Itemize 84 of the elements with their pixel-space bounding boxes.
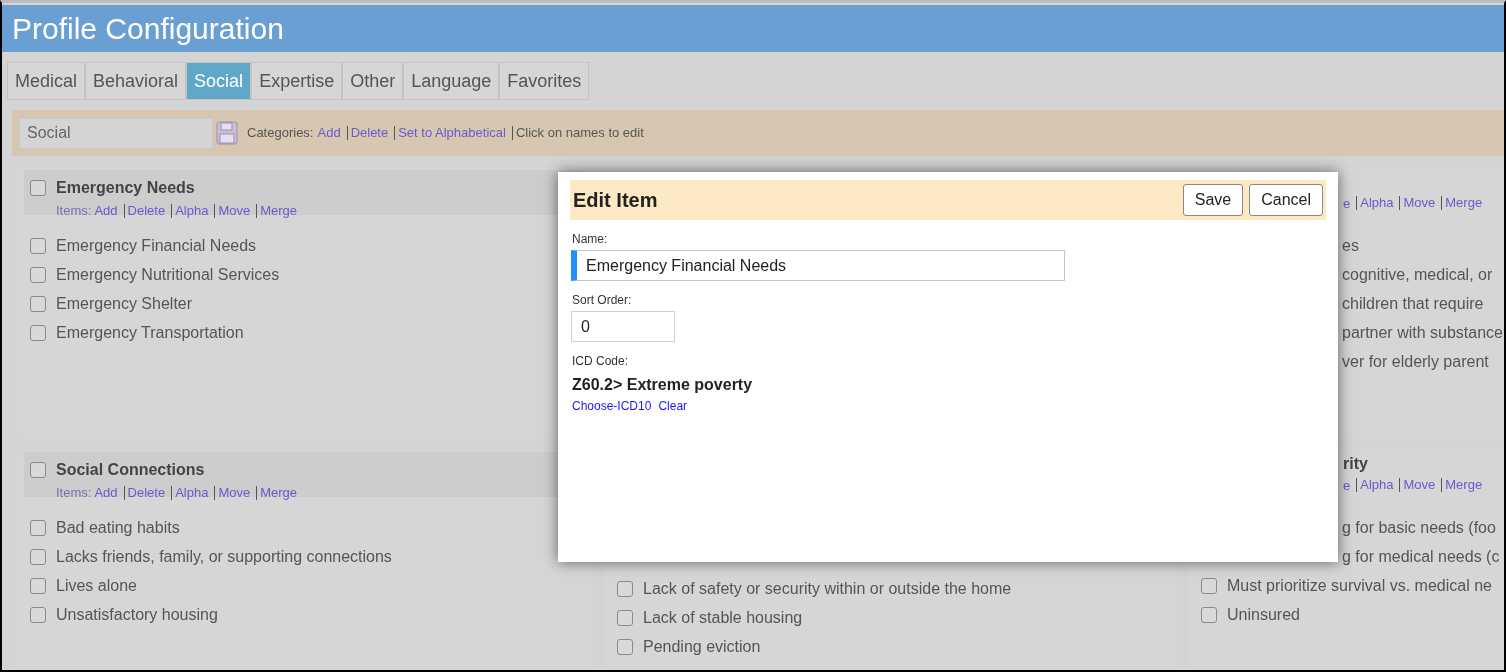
link[interactable]: Add: [94, 201, 118, 221]
field-label: Sort Order:: [572, 292, 633, 309]
item-label[interactable]: g for basic needs (foo: [1342, 515, 1496, 540]
link[interactable]: Add: [317, 123, 341, 143]
item-label[interactable]: Lack of safety or security within or outside the home: [643, 576, 1012, 601]
link[interactable]: Merge: [256, 485, 298, 500]
tab[interactable]: Other: [342, 62, 404, 100]
dialog-title: Edit Item: [573, 188, 659, 213]
item-label[interactable]: ver for elderly parent: [1342, 349, 1489, 374]
page-title: Profile Configuration: [12, 11, 284, 47]
field-label: ICD Code:: [572, 353, 630, 370]
checkbox[interactable]: [30, 606, 46, 623]
item-label[interactable]: Pending eviction: [643, 634, 761, 659]
save-icon[interactable]: [216, 121, 238, 145]
item-label[interactable]: Emergency Nutritional Services: [56, 262, 280, 287]
item-label[interactable]: partner with substance: [1342, 320, 1503, 345]
item-label[interactable]: es: [1342, 233, 1359, 258]
link[interactable]: e: [1343, 193, 1351, 213]
category-title[interactable]: Social Connections: [56, 458, 205, 482]
link[interactable]: Delete: [346, 126, 389, 140]
tab[interactable]: Expertise: [251, 62, 343, 100]
link[interactable]: Alpha: [171, 485, 209, 500]
category-title[interactable]: rity: [1343, 451, 1497, 476]
save-button[interactable]: Save: [1182, 184, 1244, 216]
categories-label: Categories:: [247, 124, 314, 143]
item-label[interactable]: Lack of stable housing: [643, 605, 803, 630]
link[interactable]: Alpha: [171, 203, 209, 218]
checkbox[interactable]: [617, 609, 633, 626]
checkbox[interactable]: [30, 577, 46, 594]
checkbox[interactable]: [30, 266, 46, 283]
link[interactable]: Merge: [1441, 478, 1483, 493]
checkbox[interactable]: [1201, 577, 1217, 594]
link[interactable]: Merge: [1441, 196, 1483, 211]
checkbox[interactable]: [617, 580, 633, 597]
tab[interactable]: Medical: [7, 62, 86, 100]
link[interactable]: Move: [214, 203, 251, 218]
text-field[interactable]: 0: [571, 311, 675, 342]
category-title[interactable]: Emergency Needs: [56, 176, 195, 200]
checkbox[interactable]: [30, 324, 46, 341]
link[interactable]: Move: [1399, 478, 1436, 493]
checkbox[interactable]: [30, 462, 46, 478]
checkbox[interactable]: [1201, 606, 1217, 623]
link[interactable]: Move: [214, 485, 251, 500]
link[interactable]: Alpha: [1356, 478, 1394, 493]
link[interactable]: Move: [1399, 196, 1436, 211]
link[interactable]: Alpha: [1356, 196, 1394, 211]
field-label: Name:: [572, 231, 609, 248]
item-label[interactable]: cognitive, medical, or: [1342, 262, 1493, 287]
checkbox[interactable]: [617, 638, 633, 655]
cancel-button[interactable]: Cancel: [1249, 184, 1323, 216]
link[interactable]: e: [1343, 475, 1351, 495]
checkbox[interactable]: [30, 548, 46, 565]
tab[interactable]: Language: [403, 62, 500, 100]
checkbox[interactable]: [30, 180, 46, 196]
item-label[interactable]: Uninsured: [1227, 602, 1300, 627]
item-label[interactable]: Emergency Financial Needs: [56, 233, 257, 258]
item-label[interactable]: Must prioritize survival vs. medical ne: [1227, 573, 1492, 598]
link[interactable]: Merge: [256, 203, 298, 218]
items-label: Items:: [56, 202, 92, 220]
hint-text: Click on names to edit: [511, 126, 644, 140]
item-label[interactable]: g for medical needs (c: [1342, 544, 1500, 569]
items-label: Items:: [56, 484, 92, 502]
link[interactable]: Delete: [123, 203, 166, 218]
tab[interactable]: Social: [186, 62, 252, 100]
item-label[interactable]: Lacks friends, family, or supporting connections: [56, 544, 392, 569]
item-label[interactable]: Unsatisfactory housing: [56, 602, 218, 627]
text-field[interactable]: Emergency Financial Needs: [571, 250, 1065, 281]
link[interactable]: Choose-ICD10: [572, 397, 652, 415]
item-label[interactable]: Emergency Transportation: [56, 320, 244, 345]
link[interactable]: Add: [94, 483, 118, 503]
checkbox[interactable]: [30, 295, 46, 312]
checkbox[interactable]: [30, 237, 46, 254]
icd-code: Z60.2> Extreme poverty: [572, 375, 754, 395]
item-label[interactable]: children that require: [1342, 291, 1484, 316]
item-label[interactable]: Emergency Shelter: [56, 291, 193, 316]
tab[interactable]: Behavioral: [85, 62, 187, 100]
tab[interactable]: Favorites: [499, 62, 590, 100]
link[interactable]: Clear: [658, 397, 688, 415]
checkbox[interactable]: [30, 519, 46, 536]
link[interactable]: Set to Alphabetical: [394, 126, 506, 140]
item-label[interactable]: Lives alone: [56, 573, 137, 598]
category-name-field[interactable]: Social: [19, 117, 213, 149]
link[interactable]: Delete: [123, 485, 166, 500]
item-label[interactable]: Bad eating habits: [56, 515, 180, 540]
